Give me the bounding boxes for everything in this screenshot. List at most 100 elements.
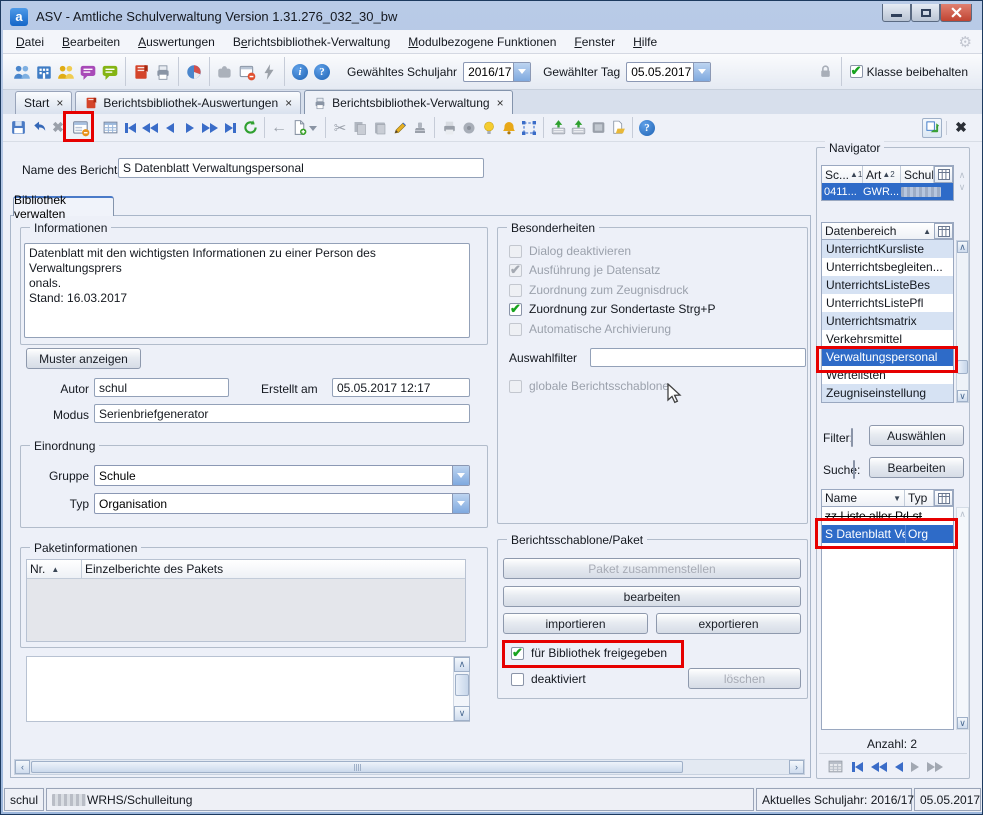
auswahlfilter-input[interactable]: [590, 348, 806, 367]
modus-input[interactable]: Serienbriefgenerator: [94, 404, 470, 423]
list-item[interactable]: UnterrichtsListeBes: [822, 276, 953, 294]
scroll-down-icon[interactable]: ∨: [454, 706, 470, 721]
scrollbar-thumb[interactable]: [957, 360, 968, 374]
menu-bearbeiten[interactable]: Bearbeiten: [53, 32, 129, 52]
settings-icon[interactable]: ⚙: [959, 33, 972, 51]
list-item[interactable]: Verkehrsmittel: [822, 330, 953, 348]
paket-col-einzelberichte[interactable]: Einzelberichte des Pakets: [82, 560, 465, 578]
tab-close-icon[interactable]: ×: [497, 96, 504, 110]
scroll-down-icon[interactable]: ∨: [957, 390, 968, 402]
scroll-left-icon[interactable]: ‹: [15, 760, 30, 774]
info-icon[interactable]: i: [289, 61, 311, 83]
hint-bulb-icon[interactable]: [479, 118, 499, 138]
tab-berichtsbibliothek-verwaltung[interactable]: Berichtsbibliothek-Verwaltung ×: [304, 90, 512, 114]
delete-icon[interactable]: ✖: [48, 118, 68, 138]
datenbereich-scrollbar[interactable]: ∧ ∨: [956, 240, 969, 403]
record-fast-prev-icon[interactable]: [871, 762, 887, 772]
auswaehlen-button[interactable]: Auswählen: [869, 425, 964, 446]
undo-icon[interactable]: [28, 118, 48, 138]
scroll-up-icon[interactable]: ∧: [956, 170, 968, 180]
chevron-down-icon[interactable]: [452, 494, 469, 513]
horizontal-scrollbar[interactable]: ‹ ›: [14, 759, 805, 775]
notes-scrollbar[interactable]: ∧ ∨: [453, 657, 469, 721]
muster-anzeigen-button[interactable]: Muster anzeigen: [26, 348, 141, 369]
message-green-icon[interactable]: [99, 61, 121, 83]
column-config-icon[interactable]: [934, 166, 953, 183]
schuljahr-combo[interactable]: 2016/17: [463, 62, 531, 82]
scroll-right-icon[interactable]: ›: [789, 760, 804, 774]
staff-icon[interactable]: [55, 61, 77, 83]
klasse-checkbox[interactable]: [850, 65, 863, 78]
nav-first-icon[interactable]: [120, 118, 140, 138]
document-export-icon[interactable]: [608, 118, 628, 138]
erstellt-am-input[interactable]: 05.05.2017 12:17: [332, 378, 470, 397]
autor-input[interactable]: schul: [94, 378, 229, 397]
new-document-icon[interactable]: [289, 118, 309, 138]
tab-close-icon[interactable]: ×: [56, 96, 63, 110]
menu-berichtsbibliothek[interactable]: Berichtsbibliothek-Verwaltung: [224, 32, 399, 52]
bearbeiten-button[interactable]: bearbeiten: [503, 586, 801, 607]
library-export-icon[interactable]: [568, 118, 588, 138]
list-item[interactable]: UnterrichtsListePfl: [822, 294, 953, 312]
paket-col-nr[interactable]: Nr.▲: [27, 560, 82, 578]
report-name-input[interactable]: S Datenblatt Verwaltungspersonal: [118, 158, 484, 178]
list-item[interactable]: Zeugniseinstellung: [822, 384, 953, 402]
list-item[interactable]: Wertelisten: [822, 366, 953, 384]
tab-close-icon[interactable]: ×: [285, 96, 292, 110]
chevron-down-icon[interactable]: [693, 63, 710, 81]
filter-checkbox[interactable]: [851, 428, 853, 447]
menu-auswertungen[interactable]: Auswertungen: [129, 32, 224, 52]
form-deactivate-icon[interactable]: [71, 118, 91, 138]
column-config-icon[interactable]: [934, 223, 953, 239]
list-item[interactable]: Unterrichtsbegleiten...: [822, 258, 953, 276]
switch-view-icon[interactable]: [922, 118, 942, 138]
report-row[interactable]: zz Liste aller Per... Lst: [822, 507, 953, 525]
tag-combo[interactable]: 05.05.2017: [626, 62, 711, 82]
message-purple-icon[interactable]: [77, 61, 99, 83]
report-row-selected[interactable]: S Datenblatt Ve... Org: [822, 525, 953, 543]
scroll-up-icon[interactable]: ∧: [454, 657, 470, 672]
nav-next-icon[interactable]: [180, 118, 200, 138]
notification-bell-icon[interactable]: [499, 118, 519, 138]
scroll-up-icon[interactable]: ∧: [957, 508, 968, 520]
menu-hilfe[interactable]: Hilfe: [624, 32, 666, 52]
close-button[interactable]: [940, 4, 972, 22]
nav-fast-next-icon[interactable]: [200, 118, 220, 138]
nav-fast-prev-icon[interactable]: [140, 118, 160, 138]
subtab-bibliothek-verwalten[interactable]: Bibliothek verwalten: [13, 196, 114, 216]
datenbereich-header[interactable]: Datenbereich▲: [821, 222, 954, 240]
school-row[interactable]: 0411... GWR...: [822, 183, 953, 200]
gruppe-combo[interactable]: Schule: [94, 465, 470, 486]
suche-checkbox[interactable]: [853, 460, 855, 479]
menu-datei[interactable]: Datei: [7, 32, 53, 52]
school-col-schule[interactable]: Schule: [901, 166, 934, 183]
importieren-button[interactable]: importieren: [503, 613, 648, 634]
scroll-up-icon[interactable]: ∧: [957, 241, 968, 253]
menu-modulbezogene[interactable]: Modulbezogene Funktionen: [399, 32, 565, 52]
save-icon[interactable]: [8, 118, 28, 138]
column-config-icon[interactable]: [934, 490, 953, 506]
list-item[interactable]: Unterrichtsmatrix: [822, 312, 953, 330]
suche-bearbeiten-button[interactable]: Bearbeiten: [869, 457, 964, 478]
students-icon[interactable]: [11, 61, 33, 83]
maximize-button[interactable]: [911, 4, 940, 22]
list-item-selected[interactable]: Verwaltungspersonal: [822, 348, 953, 366]
close-module-icon[interactable]: ✖: [951, 118, 971, 138]
help-icon[interactable]: ?: [311, 61, 333, 83]
notes-textarea[interactable]: ∧ ∨: [26, 656, 470, 722]
reports-col-name[interactable]: Name▼: [822, 490, 905, 506]
reports-scrollbar[interactable]: ∧ ∨: [956, 507, 969, 730]
report-print-icon[interactable]: [152, 61, 174, 83]
zuordnung-sondertaste-checkbox[interactable]: [509, 303, 522, 316]
scrollbar-thumb[interactable]: [455, 674, 469, 696]
typ-combo[interactable]: Organisation: [94, 493, 470, 514]
help-icon[interactable]: ?: [637, 118, 657, 138]
record-prev-icon[interactable]: [895, 762, 903, 772]
nav-last-icon[interactable]: [220, 118, 240, 138]
chevron-down-icon[interactable]: [513, 63, 530, 81]
new-document-caret-icon[interactable]: [309, 126, 317, 135]
edit-icon[interactable]: [390, 118, 410, 138]
chevron-down-icon[interactable]: [452, 466, 469, 485]
school-col-sc[interactable]: Sc...▲1: [822, 166, 863, 183]
scrollbar-thumb[interactable]: [31, 761, 683, 773]
